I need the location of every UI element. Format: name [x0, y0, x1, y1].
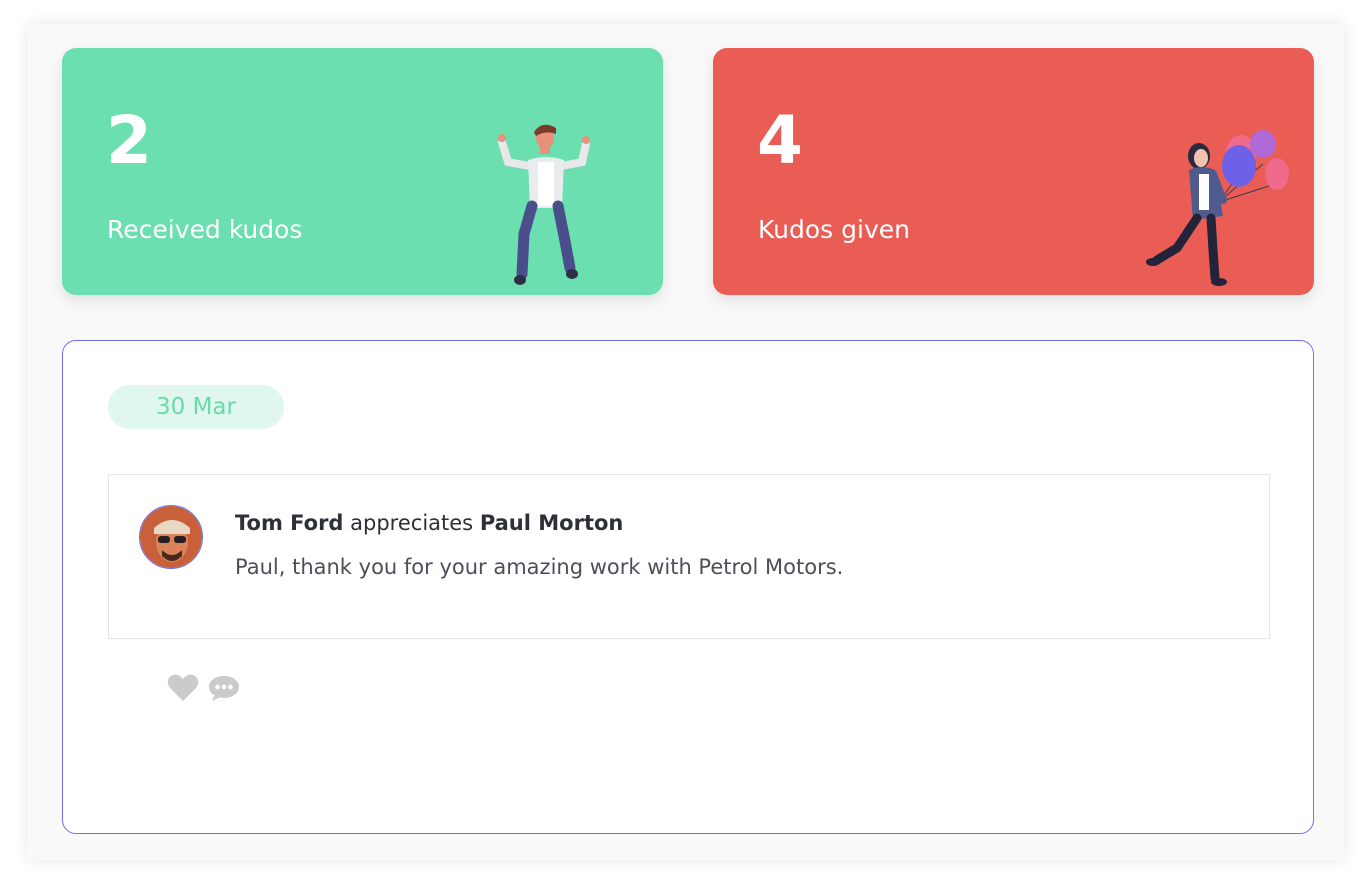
received-kudos-count: 2 [106, 102, 152, 179]
received-kudos-label: Received kudos [107, 215, 303, 244]
comment-icon[interactable] [207, 674, 241, 702]
avatar-icon[interactable] [139, 505, 203, 569]
kudos-given-count: 4 [757, 102, 803, 179]
kudos-panel: 2 Received kudos 4 Kudos given 30 Mar To… [28, 24, 1344, 860]
kudos-heading: Tom Ford appreciates Paul Morton [235, 511, 623, 535]
woman-with-balloons-illustration [1146, 130, 1289, 286]
kudos-message: Paul, thank you for your amazing work wi… [235, 555, 844, 579]
kudos-verb: appreciates [350, 511, 474, 535]
received-kudos-card[interactable]: 2 Received kudos [62, 48, 663, 295]
kudos-item[interactable]: Tom Ford appreciates Paul Morton Paul, t… [108, 474, 1270, 639]
sender-name[interactable]: Tom Ford [235, 511, 343, 535]
dancing-man-illustration [498, 124, 590, 285]
date-badge: 30 Mar [108, 385, 284, 429]
kudos-given-card[interactable]: 4 Kudos given [713, 48, 1314, 295]
kudos-feed-card: 30 Mar Tom Ford appreciates Paul Morton … [62, 340, 1314, 834]
recipient-name[interactable]: Paul Morton [480, 511, 624, 535]
heart-icon[interactable] [167, 674, 199, 702]
kudos-given-label: Kudos given [758, 215, 910, 244]
